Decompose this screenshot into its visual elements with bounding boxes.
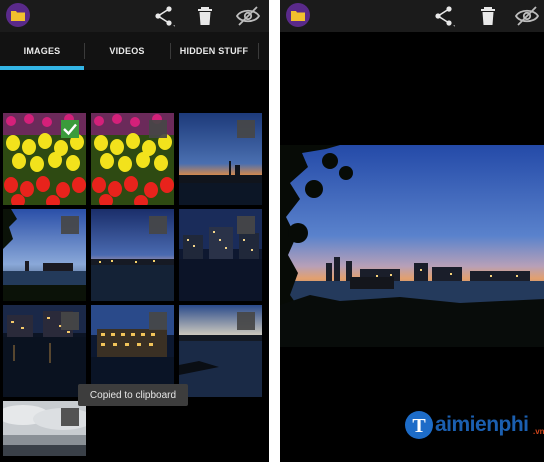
action-bar — [280, 0, 544, 32]
selection-checkbox[interactable] — [61, 408, 79, 426]
delete-icon[interactable] — [193, 4, 217, 28]
tab-videos[interactable]: VIDEOS — [85, 32, 169, 70]
gallery-screen: IMAGES VIDEOS HIDDEN STUFF Copied to cli… — [0, 0, 269, 462]
share-icon[interactable] — [432, 4, 456, 28]
thumbnail-night-city[interactable] — [179, 209, 262, 301]
selection-checkbox[interactable] — [61, 120, 79, 138]
active-tab-indicator — [0, 66, 84, 70]
thumbnail-dusk-harbour[interactable] — [179, 113, 262, 205]
selection-checkbox[interactable] — [61, 312, 79, 330]
selection-checkbox[interactable] — [237, 312, 255, 330]
selection-checkbox[interactable] — [149, 312, 167, 330]
hide-icon[interactable] — [235, 4, 261, 28]
tab-bar: IMAGES VIDEOS HIDDEN STUFF — [0, 32, 269, 70]
svg-text:T: T — [412, 415, 426, 437]
action-bar — [0, 0, 269, 32]
thumbnail-sunset-river[interactable] — [179, 305, 262, 397]
thumbnail-cloudy-sky[interactable] — [3, 401, 86, 456]
share-icon[interactable] — [152, 4, 176, 28]
selection-checkbox[interactable] — [237, 216, 255, 234]
watermark-logo: T aimienphi .vn — [405, 411, 545, 441]
selection-checkbox[interactable] — [149, 120, 167, 138]
delete-icon[interactable] — [476, 4, 500, 28]
thumbnail-harbour-dusk[interactable] — [91, 209, 174, 301]
selection-checkbox[interactable] — [61, 216, 79, 234]
screenshot-stage: IMAGES VIDEOS HIDDEN STUFF Copied to cli… — [0, 0, 550, 462]
thumbnail-tulips-1[interactable] — [3, 113, 86, 205]
clipboard-toast: Copied to clipboard — [78, 384, 188, 406]
tab-hidden-stuff[interactable]: HIDDEN STUFF — [171, 32, 257, 70]
selection-checkbox[interactable] — [237, 120, 255, 138]
hide-icon[interactable] — [514, 4, 540, 28]
check-icon — [63, 123, 77, 136]
full-size-photo[interactable] — [280, 145, 544, 347]
thumbnail-tulips-2[interactable] — [91, 113, 174, 205]
tab-divider — [258, 43, 259, 59]
thumbnail-night-waterfront[interactable] — [3, 305, 86, 397]
folder-icon[interactable] — [6, 3, 30, 27]
tab-images[interactable]: IMAGES — [0, 32, 84, 70]
watermark-circle-icon: T — [405, 411, 433, 439]
watermark-text: aimienphi — [435, 413, 529, 436]
thumbnail-harbour-skyline[interactable] — [3, 209, 86, 301]
folder-icon[interactable] — [286, 3, 310, 27]
watermark-domain: .vn — [533, 427, 545, 436]
photo-viewer-screen — [280, 0, 544, 462]
selection-checkbox[interactable] — [149, 216, 167, 234]
